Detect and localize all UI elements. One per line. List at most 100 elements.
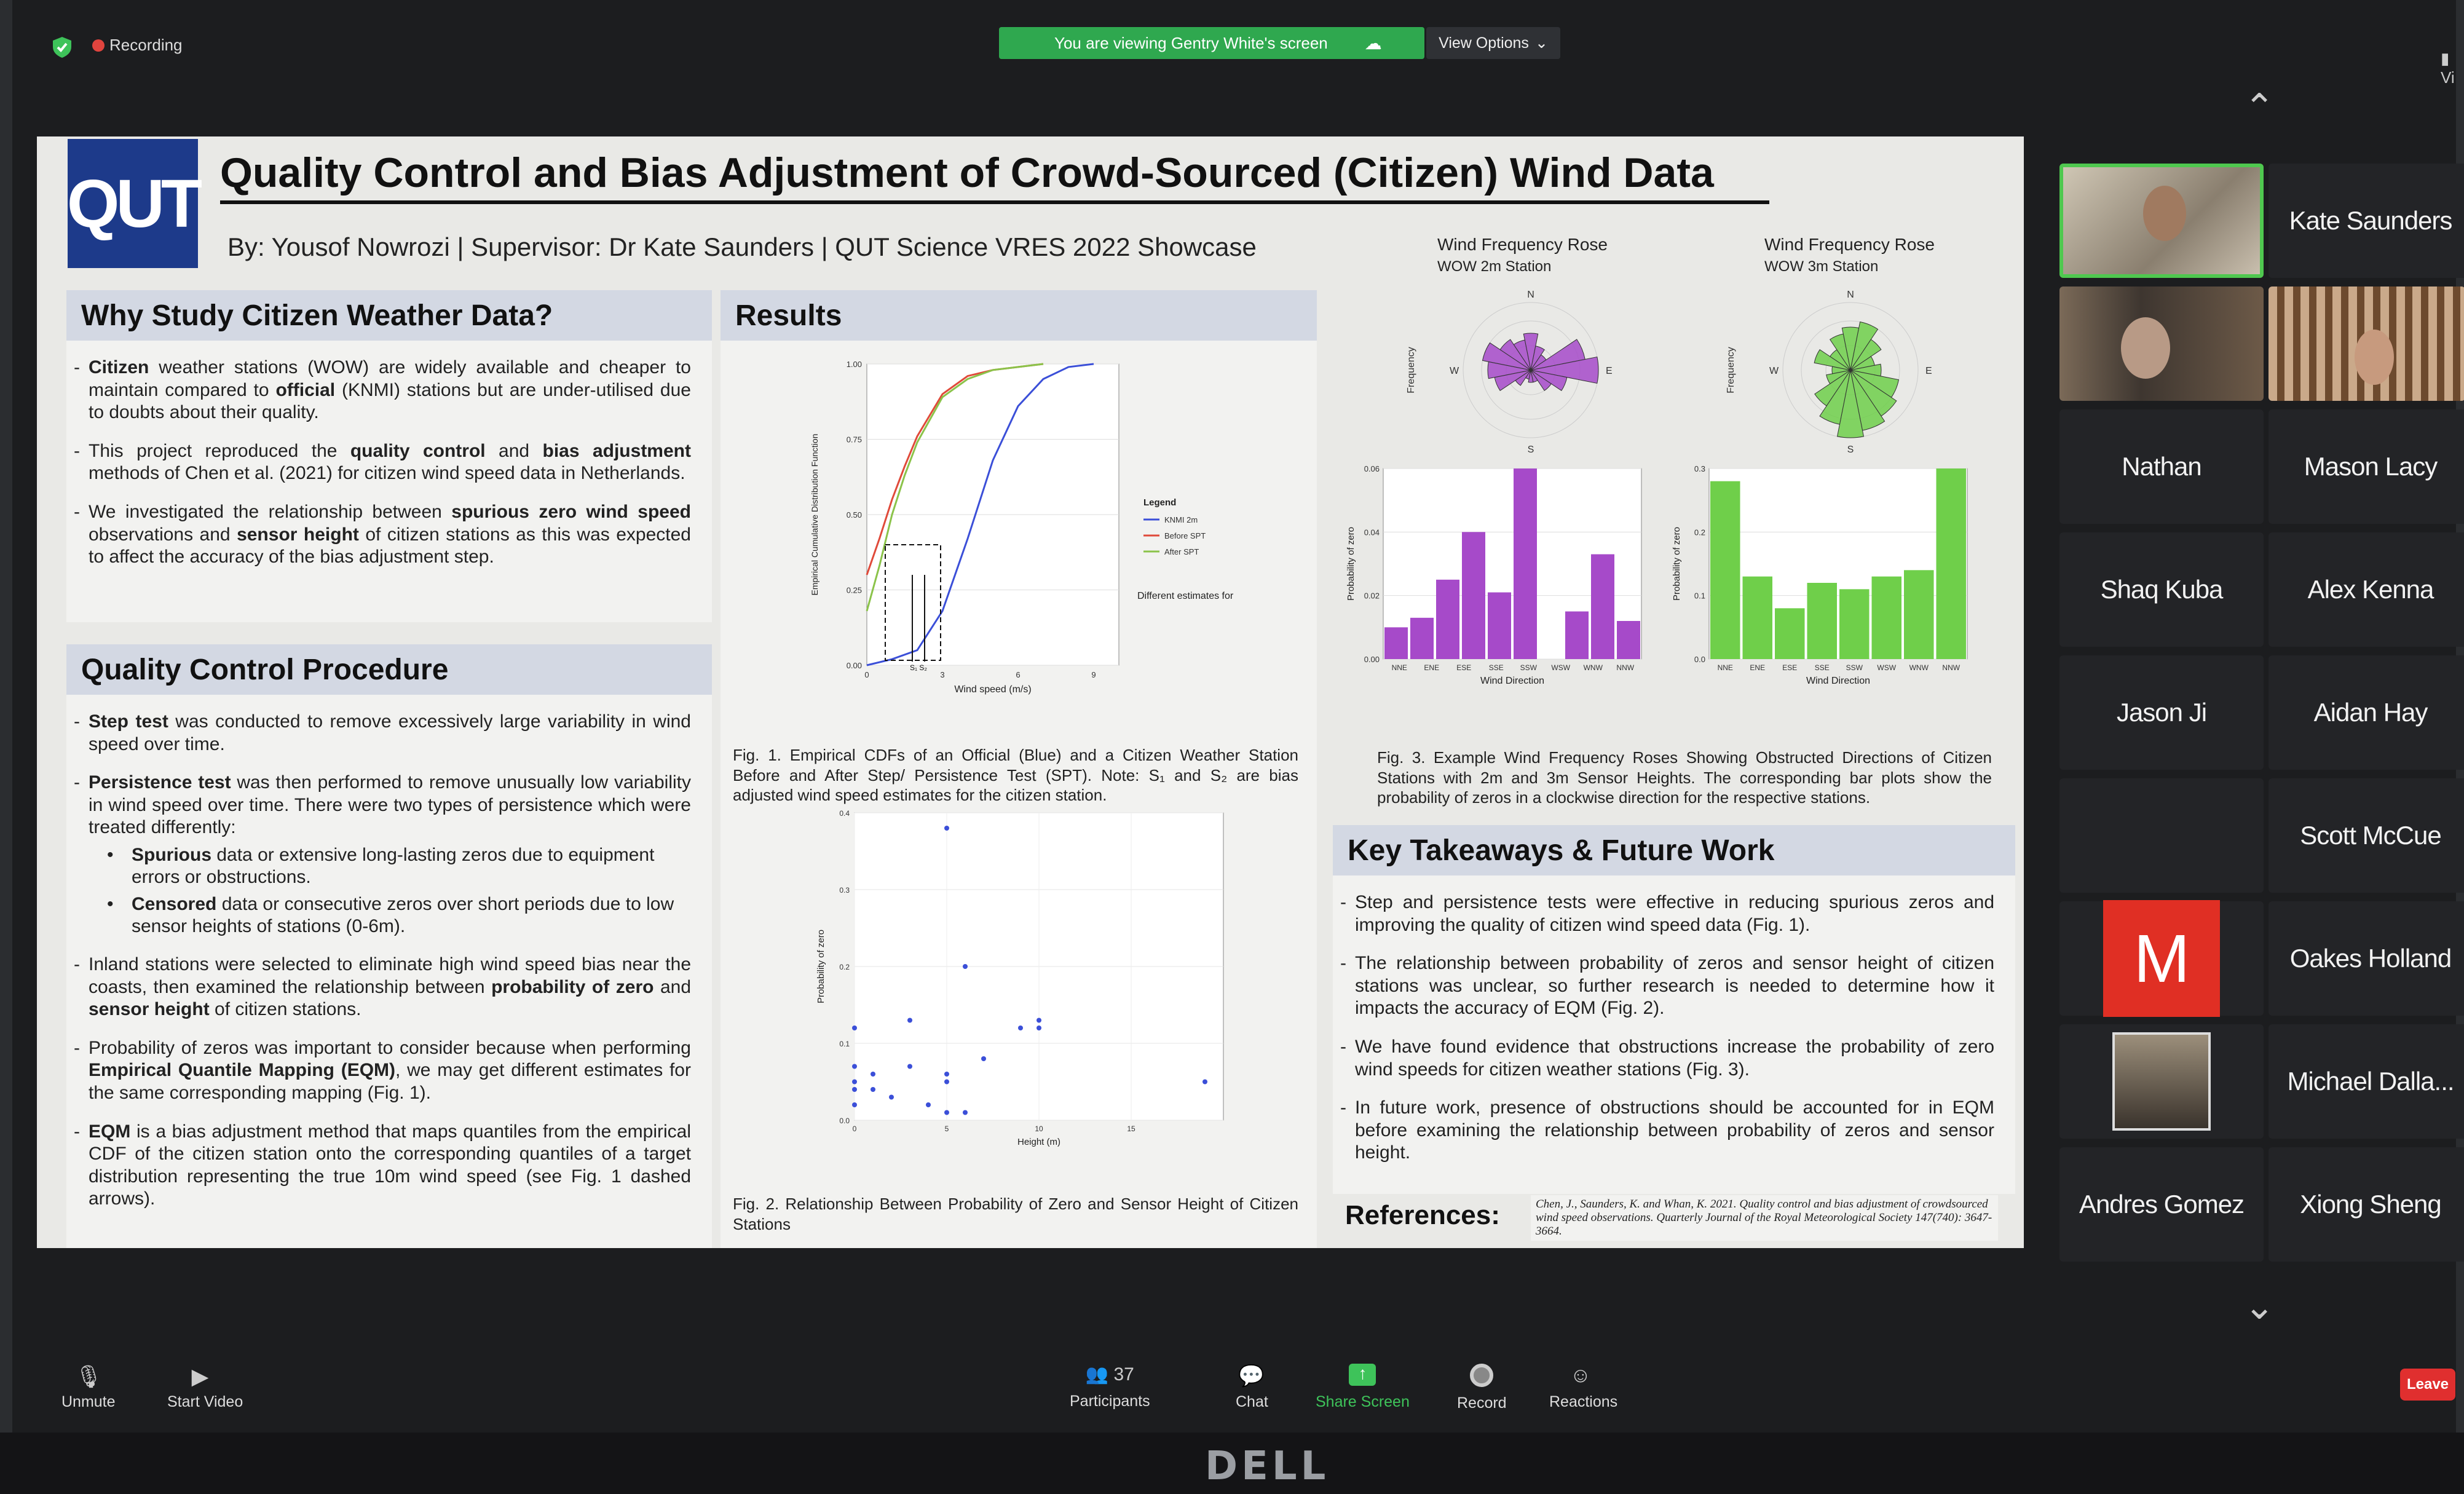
y-tick-label: 0.00 [847, 661, 862, 670]
unmute-button[interactable]: 🎙 Unmute [61, 1364, 116, 1411]
y-tick-label: 0.0 [839, 1117, 850, 1125]
chat-label: Chat [1236, 1393, 1268, 1410]
unmute-label: Unmute [61, 1393, 116, 1410]
references-text: Chen, J., Saunders, K. and Whan, K. 2021… [1531, 1195, 1998, 1241]
reactions-icon: ☺ [1570, 1364, 1592, 1387]
y-axis-label: Probability of zero [1672, 527, 1682, 601]
scatter-point [944, 1110, 949, 1115]
scroll-down-chevron-icon[interactable]: ⌄ [2244, 1285, 2275, 1328]
participant-tile-avatar[interactable]: M [2059, 900, 2264, 1017]
bar [1936, 468, 1966, 659]
scatter-point [889, 1094, 894, 1100]
takeaways-heading: Key Takeaways & Future Work [1333, 825, 2015, 875]
participant-tile-aidan-hay[interactable]: Aidan Hay [2269, 655, 2464, 770]
scatter-point [944, 1072, 949, 1077]
x-tick-label: SSW [1520, 663, 1538, 672]
x-tick-label: WNW [1909, 663, 1929, 672]
participant-tile-michael-dalla[interactable]: Michael Dalla... [2269, 1024, 2464, 1139]
x-tick-label: WNW [1584, 663, 1603, 672]
participants-button[interactable]: 👥 37 Participants [1070, 1364, 1150, 1410]
participant-tile-kate-saunders[interactable]: Kate Saunders [2269, 164, 2464, 278]
scatter-point [963, 1110, 968, 1115]
video-thumb-1[interactable] [2059, 164, 2264, 278]
bar [1807, 583, 1837, 659]
participant-tile-nathan[interactable]: Nathan [2059, 409, 2264, 524]
y-tick-label: 1.00 [847, 360, 862, 369]
recording-indicator: Recording [92, 36, 183, 55]
record-button[interactable]: Record [1457, 1364, 1507, 1412]
record-label: Record [1457, 1394, 1507, 1412]
chat-button[interactable]: 💬 Chat [1236, 1364, 1268, 1411]
bar [1462, 532, 1485, 659]
y-tick-label: 0.04 [1364, 528, 1380, 537]
participants-icon: 👥 37 [1085, 1364, 1134, 1385]
takeaway-4: In future work, presence of obstructions… [1333, 1097, 2015, 1164]
takeaway-3: We have found evidence that obstructions… [1333, 1036, 2015, 1081]
bar [1742, 576, 1772, 659]
fig2-caption: Fig. 2. Relationship Between Probability… [733, 1195, 1298, 1233]
chevron-down-icon: ⌄ [1534, 34, 1548, 52]
legend-entry: KNMI 2m [1164, 515, 1198, 524]
participant-tile-andres-gomez[interactable]: Andres Gomez [2059, 1147, 2264, 1262]
participant-tile-mason-lacy[interactable]: Mason Lacy [2269, 409, 2464, 524]
bar [1617, 621, 1640, 659]
rose2-title: Wind Frequency Rose [1764, 235, 1935, 254]
view-options-button[interactable]: View Options ⌄ [1426, 27, 1560, 59]
y-tick-label: 0.3 [1694, 464, 1705, 473]
scroll-up-chevron-icon[interactable]: ⌃ [2244, 86, 2275, 129]
y-tick-label: 0.2 [839, 963, 850, 971]
reactions-button[interactable]: ☺ Reactions [1549, 1364, 1617, 1411]
participant-tile-cat-avatar[interactable] [2059, 1024, 2264, 1139]
start-video-button[interactable]: ▶ Start Video [167, 1364, 243, 1411]
takeaway-1: Step and persistence tests were effectiv… [1333, 891, 2015, 936]
bar [1488, 592, 1511, 659]
view-toggle[interactable]: ▮ Vi [2441, 49, 2456, 87]
y-tick-label: 0.1 [839, 1040, 850, 1048]
why-heading: Why Study Citizen Weather Data? [66, 290, 712, 341]
x-tick-label: ENE [1750, 663, 1765, 672]
qc-sub-bullet-1: Spurious data or extensive long-lasting … [66, 844, 712, 888]
why-bullet-1: Citizen weather stations (WOW) are widel… [66, 357, 712, 424]
participant-tile-scott-mccue[interactable]: Scott McCue [2269, 778, 2464, 893]
x-tick-label: SSE [1815, 663, 1830, 672]
rose-s-label: S [1847, 445, 1854, 455]
x-tick-label: ENE [1424, 663, 1439, 672]
x-tick-label: SSW [1846, 663, 1863, 672]
scatter-point [852, 1026, 857, 1030]
x-tick-label: 6 [1016, 670, 1020, 679]
rose1-sub: WOW 2m Station [1437, 258, 1552, 275]
security-shield-icon[interactable] [52, 36, 73, 59]
video-thumb-2[interactable] [2059, 287, 2264, 401]
legend-title: Legend [1143, 497, 1176, 508]
bar [1384, 627, 1408, 659]
x-tick-label: NNE [1392, 663, 1407, 672]
recording-dot-icon [92, 39, 105, 52]
scatter-point [871, 1087, 875, 1092]
x-tick-label: 15 [1127, 1124, 1135, 1133]
participant-tile-shaq-kuba[interactable]: Shaq Kuba [2059, 532, 2264, 647]
participant-tile-blank[interactable] [2059, 778, 2264, 893]
participant-tile-xiong-sheng[interactable]: Xiong Sheng [2269, 1147, 2464, 1262]
shared-poster: QUT Quality Control and Bias Adjustment … [37, 136, 2024, 1248]
meeting-toolbar [12, 1340, 2456, 1433]
fig3-bar-3m: 0.0 0.1 0.2 0.3 NNE ENE ESE SSE SSW WSW WNW NNW Wind… [1672, 464, 1968, 686]
rose-n-label: N [1527, 290, 1534, 300]
share-screen-button[interactable]: ↑ Share Screen [1316, 1364, 1410, 1411]
bar [1710, 481, 1740, 659]
share-screen-icon: ↑ [1349, 1364, 1376, 1386]
participant-tile-oakes-holland[interactable]: Oakes Holland [2269, 901, 2464, 1016]
video-thumb-3[interactable] [2269, 287, 2464, 401]
qc-bullet-2: Persistence test was then performed to r… [66, 772, 712, 839]
x-tick-label: NNE [1718, 663, 1733, 672]
participant-tile-alex-kenna[interactable]: Alex Kenna [2269, 532, 2464, 647]
scatter-point [907, 1018, 912, 1023]
leave-button[interactable]: Leave [2400, 1369, 2455, 1401]
wind-rose-3m: N S E W Frequency [1726, 290, 1932, 455]
reactions-label: Reactions [1549, 1393, 1618, 1410]
fig1-cdf-chart: 0.00 0.25 0.50 0.75 1.00 0 3 6 9 Wind speed (m/s)… [810, 360, 1236, 695]
scatter-point [852, 1079, 857, 1085]
rose-e-label: E [1925, 366, 1932, 376]
participant-tile-jason-ji[interactable]: Jason Ji [2059, 655, 2264, 770]
qc-sub-bullet-2: Censored data or consecutive zeros over … [66, 893, 712, 938]
view-options-label: View Options [1439, 34, 1529, 52]
